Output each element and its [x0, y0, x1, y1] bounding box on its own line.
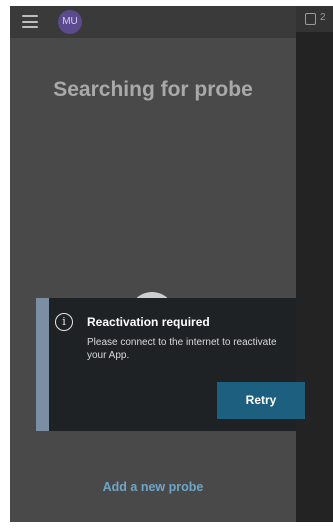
- info-icon: i: [55, 313, 73, 331]
- side-panel: 2: [296, 6, 333, 522]
- retry-button[interactable]: Retry: [217, 382, 305, 419]
- page-title: Searching for probe: [53, 78, 253, 101]
- dialog-accent-bar: [36, 298, 49, 431]
- top-app-bar: MU: [10, 6, 296, 38]
- side-panel-badge: 2: [320, 12, 326, 23]
- app-screen: MU Searching for probe Add a new probe: [10, 6, 296, 522]
- user-avatar[interactable]: MU: [58, 10, 82, 34]
- side-panel-header: 2: [296, 6, 333, 32]
- dialog-message: Please connect to the internet to reacti…: [87, 337, 277, 361]
- clipboard-icon[interactable]: [305, 13, 316, 25]
- hamburger-menu-icon[interactable]: [22, 15, 38, 28]
- add-new-probe-link[interactable]: Add a new probe: [10, 480, 296, 494]
- dialog-title: Reactivation required: [87, 315, 210, 329]
- reactivation-dialog: i Reactivation required Please connect t…: [36, 298, 305, 431]
